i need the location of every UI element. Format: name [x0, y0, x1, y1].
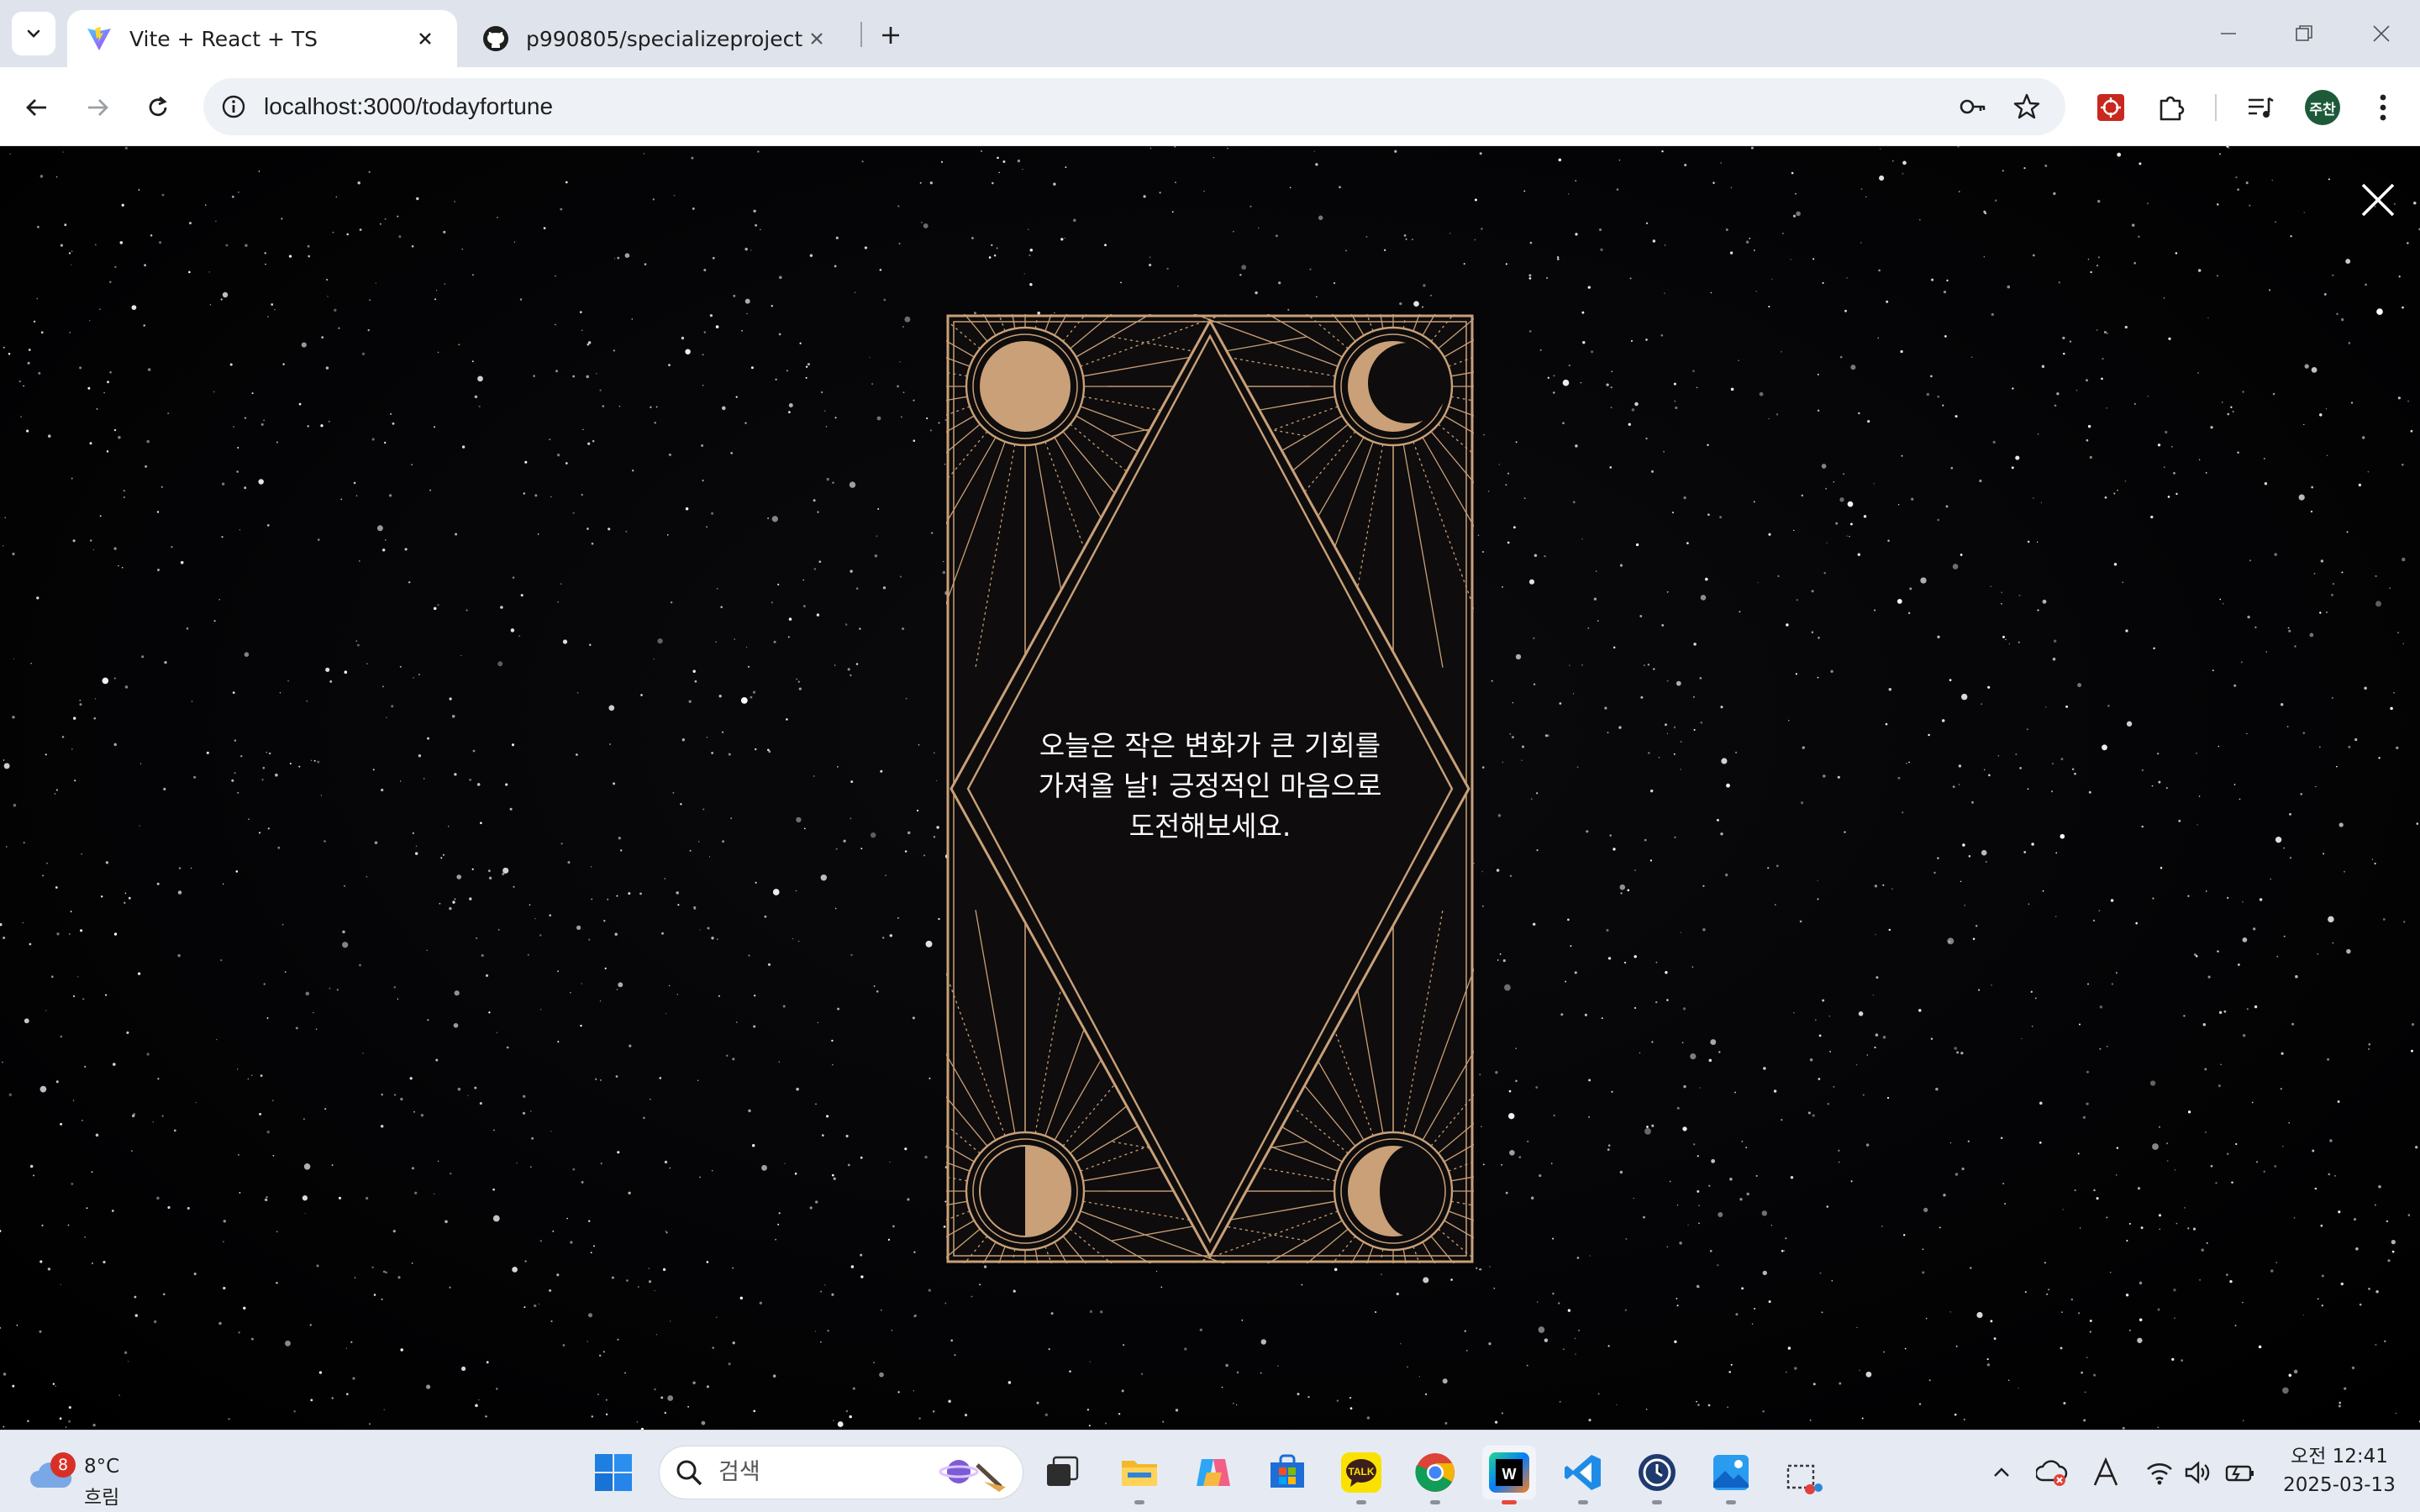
back-icon	[26, 99, 46, 116]
chrome-icon[interactable]	[1408, 1446, 1462, 1504]
tab-close-icon[interactable]	[803, 25, 830, 52]
microsoft-store-icon[interactable]	[1260, 1446, 1314, 1499]
extension-red-icon[interactable]	[2087, 84, 2134, 131]
weather-condition: 흐림	[84, 1487, 120, 1509]
webstorm-icon[interactable]: W	[1482, 1446, 1536, 1504]
clock-date: 2025-03-13	[2283, 1474, 2396, 1496]
vscode-icon[interactable]	[1556, 1446, 1610, 1504]
tab-title: Vite + React + TS	[129, 26, 318, 51]
tab-vite-react[interactable]: Vite + React + TS	[67, 10, 457, 67]
running-indicator	[1134, 1500, 1144, 1504]
kakao-label: TALK	[1348, 1466, 1374, 1478]
file-explorer-icon[interactable]	[1113, 1446, 1166, 1504]
reload-icon	[149, 96, 167, 117]
tab-title: p990805/specializeproject	[526, 26, 803, 51]
github-icon	[483, 26, 508, 51]
forward-icon	[88, 99, 108, 116]
back-button[interactable]	[13, 84, 60, 131]
snipping-tool-icon[interactable]	[1778, 1452, 1832, 1506]
tab-search-button[interactable]	[12, 12, 55, 55]
search-placeholder: 검색	[718, 1459, 760, 1485]
windows-start-icon[interactable]	[587, 1446, 640, 1499]
weather-temp: 8°C	[84, 1456, 120, 1478]
password-key-icon[interactable]	[1953, 87, 1993, 127]
url-text[interactable]: localhost:3000/todayfortune	[264, 78, 553, 135]
restore-icon	[2296, 25, 2312, 41]
profile-initials: 주찬	[2305, 90, 2340, 125]
new-tab-button[interactable]	[871, 15, 911, 55]
running-indicator	[1652, 1500, 1662, 1504]
tab-github-repo[interactable]: p990805/specializeproject	[464, 10, 849, 67]
page-viewport: 오늘은 작은 변화가 큰 기회를 가져올 날! 긍정적인 마음으로 도전해보세요…	[0, 146, 2420, 1430]
fortune-card: 오늘은 작은 변화가 큰 기회를 가져올 날! 긍정적인 마음으로 도전해보세요…	[946, 314, 1474, 1263]
running-indicator	[1356, 1500, 1366, 1504]
window-close-button[interactable]	[2356, 12, 2407, 55]
weather-widget[interactable]: 8 8°C 흐림	[25, 1444, 143, 1509]
browser-toolbar: localhost:3000/todayfortune 주찬	[0, 67, 2420, 146]
search-icon	[676, 1460, 702, 1486]
toolbar-separator	[2215, 94, 2217, 121]
minimize-icon	[2221, 33, 2236, 34]
reload-button[interactable]	[134, 84, 182, 131]
tab-close-icon[interactable]	[412, 25, 439, 52]
kakaotalk-icon[interactable]: TALK	[1334, 1446, 1388, 1504]
browser-tab-strip: Vite + React + TS p990805/specializeproj…	[0, 0, 2420, 67]
task-view-icon[interactable]	[1035, 1446, 1089, 1499]
taskbar-search[interactable]: 검색	[659, 1446, 1023, 1499]
volume-icon[interactable]	[2180, 1452, 2217, 1493]
close-button[interactable]	[2353, 175, 2403, 225]
running-indicator	[1502, 1500, 1517, 1504]
restore-button[interactable]	[2279, 12, 2329, 55]
plus-icon	[882, 27, 899, 44]
forward-button[interactable]	[74, 84, 121, 131]
ime-a-icon[interactable]	[2087, 1452, 2124, 1493]
search-highlight-icon	[939, 1460, 1006, 1492]
clock-time: 오전 12:41	[2291, 1446, 2388, 1467]
site-info-icon[interactable]	[213, 87, 254, 127]
chevron-down-icon	[27, 29, 40, 38]
fortune-text: 오늘은 작은 변화가 큰 기회를 가져올 날! 긍정적인 마음으로 도전해보세요…	[1038, 729, 1382, 843]
address-bar[interactable]: localhost:3000/todayfortune	[203, 78, 2065, 135]
clock-app-icon[interactable]	[1630, 1446, 1684, 1504]
tray-overflow-chevron-icon[interactable]	[1983, 1452, 2020, 1493]
minimize-button[interactable]	[2203, 12, 2254, 55]
kebab-menu-icon[interactable]	[2360, 84, 2407, 131]
extensions-puzzle-icon[interactable]	[2148, 84, 2195, 131]
window-close-icon	[2373, 25, 2390, 42]
close-icon	[2361, 183, 2395, 217]
profile-avatar[interactable]: 주찬	[2299, 84, 2346, 131]
running-indicator	[1726, 1500, 1736, 1504]
windows-taskbar: 8 8°C 흐림 검색 TALK W 오전 12:41 2025-03-13	[0, 1430, 2420, 1512]
bookmark-star-icon[interactable]	[2007, 87, 2047, 127]
svg-text:W: W	[1502, 1466, 1517, 1483]
battery-icon[interactable]	[2222, 1452, 2259, 1493]
tab-separator	[860, 22, 862, 47]
vite-icon	[87, 27, 111, 50]
weather-badge: 8	[50, 1452, 76, 1478]
onedrive-error-icon[interactable]	[2033, 1452, 2070, 1493]
wifi-icon[interactable]	[2141, 1452, 2178, 1493]
running-indicator	[1430, 1500, 1440, 1504]
copilot-icon[interactable]	[1186, 1446, 1240, 1499]
media-control-icon[interactable]	[2237, 84, 2284, 131]
photos-icon[interactable]	[1704, 1446, 1758, 1504]
taskbar-clock[interactable]: 오전 12:41 2025-03-13	[2274, 1442, 2405, 1499]
running-indicator	[1578, 1500, 1588, 1504]
